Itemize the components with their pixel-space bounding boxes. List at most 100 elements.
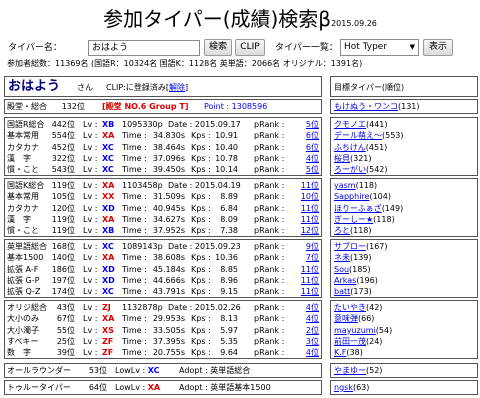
ranking-item[interactable]: 意味弾(66) bbox=[334, 313, 374, 324]
lv-label: Lv : bbox=[83, 181, 98, 190]
lv-value: XC bbox=[102, 142, 114, 152]
prank-value[interactable]: 11位 bbox=[289, 286, 319, 297]
time-value: 37.952s bbox=[152, 226, 185, 236]
typer-name-input[interactable]: おはよう bbox=[88, 40, 200, 56]
page-date: 2015.09.26 bbox=[331, 19, 377, 28]
prank-label: pRank : bbox=[254, 242, 285, 251]
time-label: Time : bbox=[122, 153, 147, 163]
lv-label: Lv : bbox=[83, 203, 98, 213]
prank-value[interactable]: 5位 bbox=[289, 119, 319, 130]
kps-label: Kps : bbox=[191, 287, 211, 297]
prank-value[interactable]: 4位 bbox=[289, 313, 319, 324]
category-rank: 43位 bbox=[56, 303, 75, 312]
ranking-header-box: 目標タイパー(順位) bbox=[330, 76, 478, 97]
prank-label: pRank : bbox=[254, 275, 285, 285]
score-row: 漢 字 119位 Lv : XA Time : 34.627s Kps : 8.09 pRank… bbox=[5, 214, 321, 225]
ranking-item[interactable]: もけぬう・ワンコ(131) bbox=[334, 101, 420, 112]
ranking-top-box: もけぬう・ワンコ(131) bbox=[330, 99, 478, 114]
ranking-all-box: やまゆー(52) bbox=[330, 363, 478, 378]
category-rank: 119位 bbox=[51, 226, 75, 236]
ranking-item[interactable]: Sou(185) bbox=[334, 264, 371, 275]
category-label: 慣・こと bbox=[7, 226, 39, 236]
category-label: 国語R総合 bbox=[7, 120, 45, 129]
prank-label: pRank : bbox=[254, 192, 285, 202]
kps-label: Kps : bbox=[191, 348, 211, 358]
all-rounder-rank: 53位 bbox=[88, 366, 107, 375]
ranking-item[interactable]: 桜貝(321) bbox=[334, 153, 372, 164]
lv-value: ZJ bbox=[102, 303, 111, 312]
time-label: Time : bbox=[122, 226, 147, 236]
prank-value[interactable]: 3位 bbox=[289, 336, 319, 347]
prank-value[interactable]: 12位 bbox=[289, 225, 319, 236]
ranking-item[interactable]: ネ未(139) bbox=[334, 252, 372, 263]
prank-value[interactable]: 11位 bbox=[289, 203, 319, 214]
true-typer-lowlv: LowLv : XA bbox=[115, 383, 161, 392]
lv-label: Lv : bbox=[83, 264, 98, 274]
kps-value: 10.36 bbox=[215, 253, 238, 263]
ranking-item[interactable]: Arkas(196) bbox=[334, 275, 378, 286]
ranking-item[interactable]: 前田一茂(24) bbox=[334, 336, 382, 347]
kps-value: 8.96 bbox=[220, 275, 238, 285]
prank-value[interactable]: 4位 bbox=[289, 153, 319, 164]
prank-value[interactable]: 5位 bbox=[289, 164, 319, 175]
lv-label: Lv : bbox=[83, 131, 98, 141]
kps-value: 10.78 bbox=[215, 153, 238, 163]
show-button[interactable]: 表示 bbox=[423, 39, 453, 56]
ranking-header: 目標タイパー(順位) bbox=[334, 83, 405, 92]
prank-label: pRank : bbox=[254, 253, 285, 263]
kps-value: 7.38 bbox=[220, 226, 238, 236]
category-rank: 174位 bbox=[51, 287, 75, 297]
kps-value: 9.64 bbox=[220, 348, 238, 358]
ranking-item[interactable]: mayuzumi(54) bbox=[334, 325, 392, 336]
time-label: Time : bbox=[122, 214, 147, 224]
kps-label: Kps : bbox=[191, 214, 211, 224]
prank-value[interactable]: 11位 bbox=[289, 180, 319, 191]
score-row: 基本1500 140位 Lv : XA Time : 38.608s Kps : 10.36 p… bbox=[5, 252, 321, 263]
search-button[interactable]: 検索 bbox=[204, 39, 232, 56]
ranking-item[interactable]: デール萌え～(553) bbox=[334, 130, 404, 141]
category-label: カタカナ bbox=[7, 203, 39, 213]
prank-value[interactable]: 7位 bbox=[289, 252, 319, 263]
clip-button[interactable]: CLIP bbox=[235, 39, 265, 56]
lv-value: XD bbox=[102, 275, 115, 285]
prank-value[interactable]: 6位 bbox=[289, 142, 319, 153]
category-rank: 55位 bbox=[56, 325, 75, 335]
clip-remove-link[interactable]: 解除 bbox=[169, 83, 185, 92]
typer-list-select[interactable]: Hot Typer ▼ bbox=[340, 39, 419, 56]
ranking-item[interactable]: ぎーしー★(118) bbox=[334, 214, 395, 225]
prank-label: pRank : bbox=[254, 325, 285, 335]
prank-value[interactable]: 4位 bbox=[289, 347, 319, 358]
prank-value[interactable]: 11位 bbox=[289, 275, 319, 286]
ranking-item[interactable]: クモノエ(441) bbox=[334, 119, 388, 130]
prank-label: pRank : bbox=[254, 348, 285, 358]
all-rounder-lowlv: LowLv : XC bbox=[115, 366, 160, 375]
ranking-item[interactable]: yasm(118) bbox=[334, 180, 377, 191]
prank-value[interactable]: 10位 bbox=[289, 191, 319, 202]
ranking-item[interactable]: ろーがい(542) bbox=[334, 164, 388, 175]
overall-group: [殿堂 NO.6 Group T] bbox=[102, 102, 189, 111]
prank-label: pRank : bbox=[254, 165, 285, 175]
ranking-item[interactable]: Sapphire(104) bbox=[334, 191, 391, 202]
time-value: 39.450s bbox=[152, 165, 185, 175]
prank-value[interactable]: 4位 bbox=[289, 302, 319, 313]
ranking-item[interactable]: やまゆー(52) bbox=[334, 365, 382, 376]
prank-value[interactable]: 9位 bbox=[289, 241, 319, 252]
ranking-item[interactable]: ngsk(63) bbox=[334, 382, 369, 393]
prank-value[interactable]: 2位 bbox=[289, 325, 319, 336]
lv-label: Lv : bbox=[83, 336, 98, 346]
category-rank: 25位 bbox=[56, 336, 75, 346]
prank-value[interactable]: 11位 bbox=[289, 214, 319, 225]
prank-value[interactable]: 6位 bbox=[289, 130, 319, 141]
ranking-item[interactable]: batt(173) bbox=[334, 286, 372, 297]
ranking-item[interactable]: K.F(38) bbox=[334, 347, 363, 358]
ranking-item[interactable]: サブロー(167) bbox=[334, 241, 388, 252]
ranking-item[interactable]: たいやき(42) bbox=[334, 302, 382, 313]
ranking-item[interactable]: ろと(118) bbox=[334, 225, 372, 236]
kps-label: Kps : bbox=[191, 325, 211, 335]
prank-value[interactable]: 11位 bbox=[289, 264, 319, 275]
category-rank: 119位 bbox=[51, 181, 75, 190]
ranking-item[interactable]: ふちけん(451) bbox=[334, 142, 387, 153]
score-row: 慣・こと 119位 Lv : XB Time : 37.952s Kps : 7.38 pRan… bbox=[5, 225, 321, 236]
category-label: 国語K総合 bbox=[7, 181, 45, 190]
ranking-item[interactable]: ほりーふぁざ(149) bbox=[334, 203, 403, 214]
